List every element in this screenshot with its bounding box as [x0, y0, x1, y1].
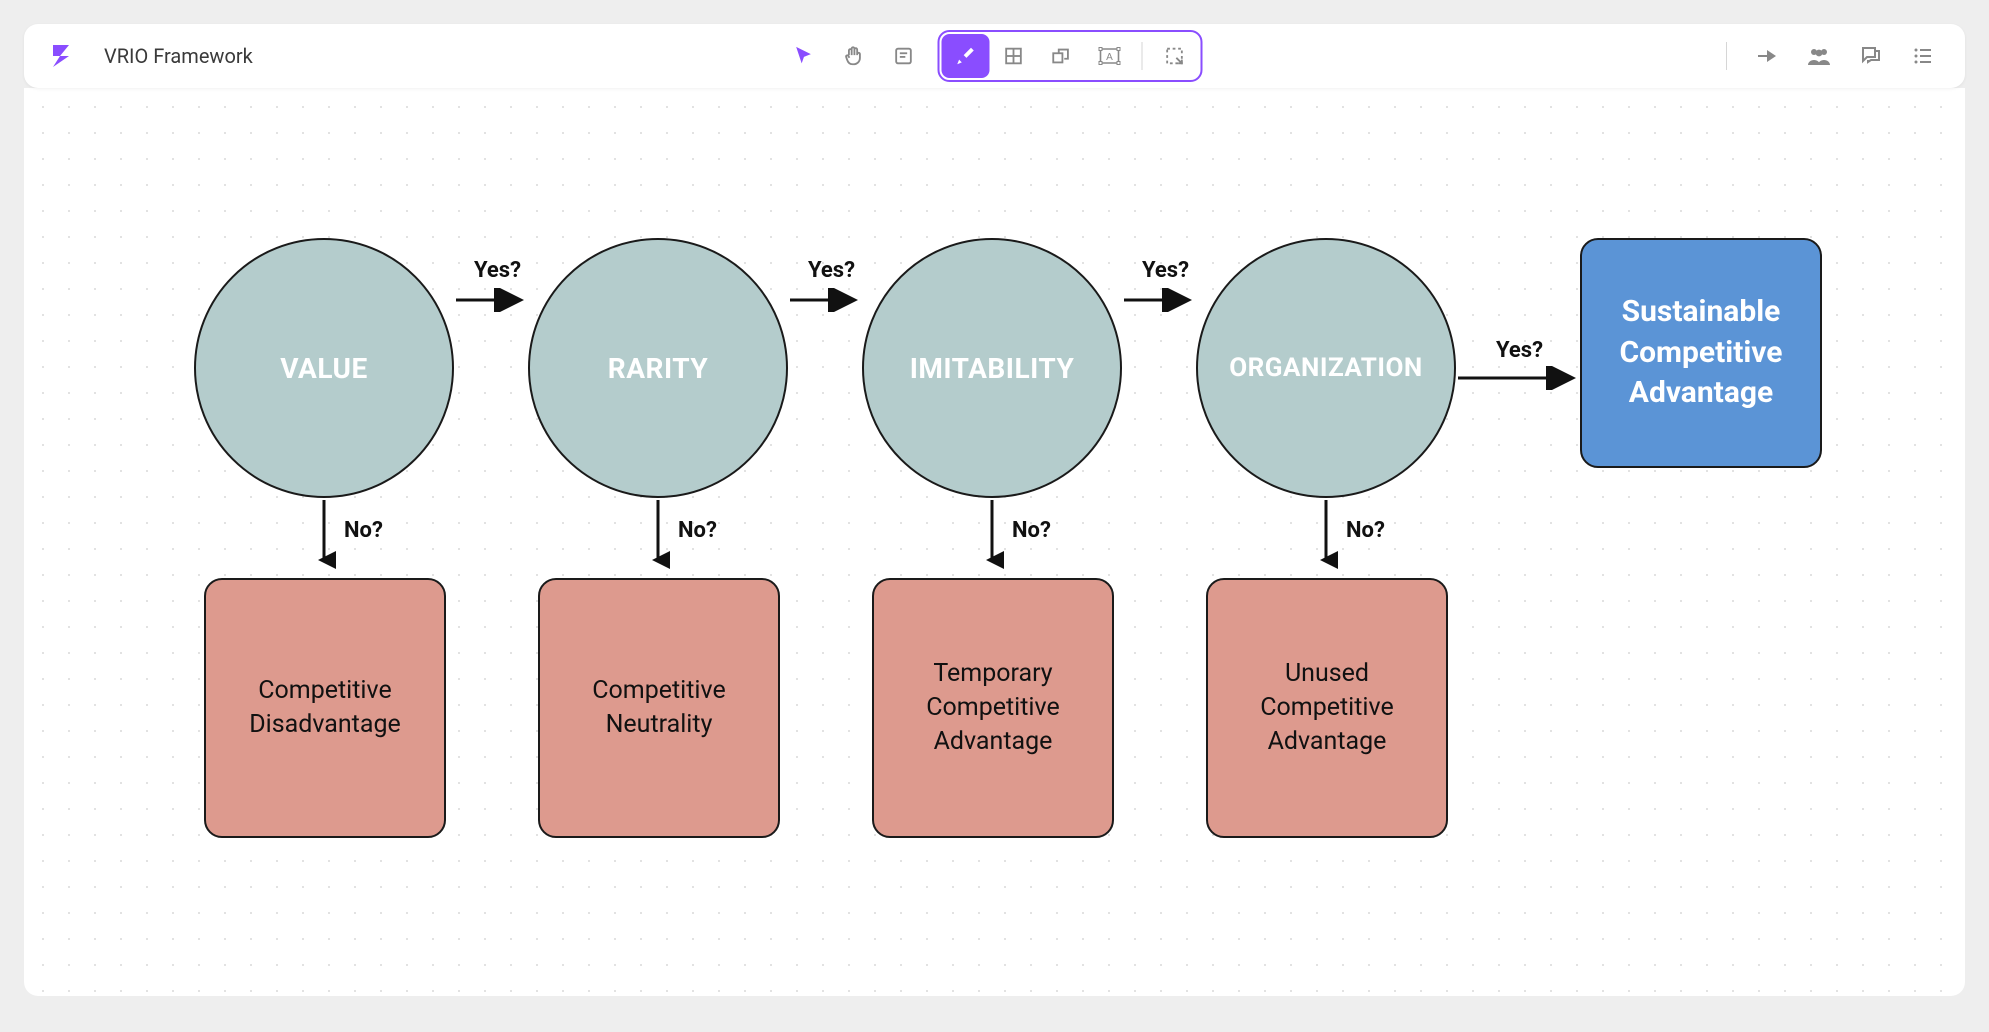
no-label: No? [1346, 518, 1385, 543]
box-competitive-neutrality[interactable]: Competitive Neutrality [538, 578, 780, 838]
arrow-right-icon [788, 288, 864, 312]
box-sustainable-advantage[interactable]: Sustainable Competitive Advantage [1580, 238, 1822, 468]
arrow-right-icon [1456, 366, 1582, 390]
comments-icon[interactable] [1847, 34, 1895, 78]
circle-rarity[interactable]: RARITY [528, 238, 788, 498]
no-label: No? [1012, 518, 1051, 543]
arrow-down-icon [980, 498, 1004, 572]
table-tool-icon[interactable] [989, 34, 1037, 78]
box-label: Unused Competitive Advantage [1226, 657, 1428, 758]
box-label: Competitive Disadvantage [224, 674, 426, 742]
arrow-right-icon [454, 288, 530, 312]
yes-label: Yes? [1142, 258, 1189, 283]
toolbar-right [1714, 34, 1947, 78]
arrow-right-icon [1122, 288, 1198, 312]
box-label: Temporary Competitive Advantage [892, 657, 1094, 758]
shape-tool-icon[interactable] [1037, 34, 1085, 78]
box-label: Sustainable Competitive Advantage [1600, 292, 1802, 414]
toolbar-separator [1726, 42, 1727, 70]
arrow-down-icon [1314, 498, 1338, 572]
circle-imitability[interactable]: IMITABILITY [862, 238, 1122, 498]
svg-text:A: A [1106, 52, 1113, 63]
no-label: No? [344, 518, 383, 543]
box-label: Competitive Neutrality [558, 674, 760, 742]
hand-tool-icon[interactable] [829, 34, 877, 78]
region-tool-icon[interactable] [1150, 34, 1198, 78]
circle-label: ORGANIZATION [1229, 353, 1423, 383]
no-label: No? [678, 518, 717, 543]
circle-label: RARITY [608, 352, 708, 385]
box-unused-advantage[interactable]: Unused Competitive Advantage [1206, 578, 1448, 838]
circle-organization[interactable]: ORGANIZATION [1196, 238, 1456, 498]
tool-pill: A [937, 30, 1202, 82]
document-title[interactable]: VRIO Framework [104, 44, 253, 68]
toolbar-center: A [779, 30, 1210, 82]
toolbar-separator [1141, 42, 1142, 70]
collaborators-icon[interactable] [1795, 34, 1843, 78]
tools-tool-icon[interactable] [941, 34, 989, 78]
yes-label: Yes? [1496, 338, 1543, 363]
arrow-down-icon [646, 498, 670, 572]
canvas[interactable]: VALUE RARITY IMITABILITY ORGANIZATION Su… [24, 88, 1965, 996]
yes-label: Yes? [808, 258, 855, 283]
outline-icon[interactable] [1899, 34, 1947, 78]
circle-label: VALUE [280, 352, 367, 385]
note-tool-icon[interactable] [879, 34, 927, 78]
toolbar: VRIO Framework [24, 24, 1965, 88]
cursor-tool-icon[interactable] [779, 34, 827, 78]
share-icon[interactable] [1743, 34, 1791, 78]
app-logo-icon[interactable] [48, 43, 74, 69]
text-frame-tool-icon[interactable]: A [1085, 34, 1133, 78]
box-temporary-advantage[interactable]: Temporary Competitive Advantage [872, 578, 1114, 838]
arrow-down-icon [312, 498, 336, 572]
circle-label: IMITABILITY [910, 352, 1075, 385]
yes-label: Yes? [474, 258, 521, 283]
box-competitive-disadvantage[interactable]: Competitive Disadvantage [204, 578, 446, 838]
circle-value[interactable]: VALUE [194, 238, 454, 498]
